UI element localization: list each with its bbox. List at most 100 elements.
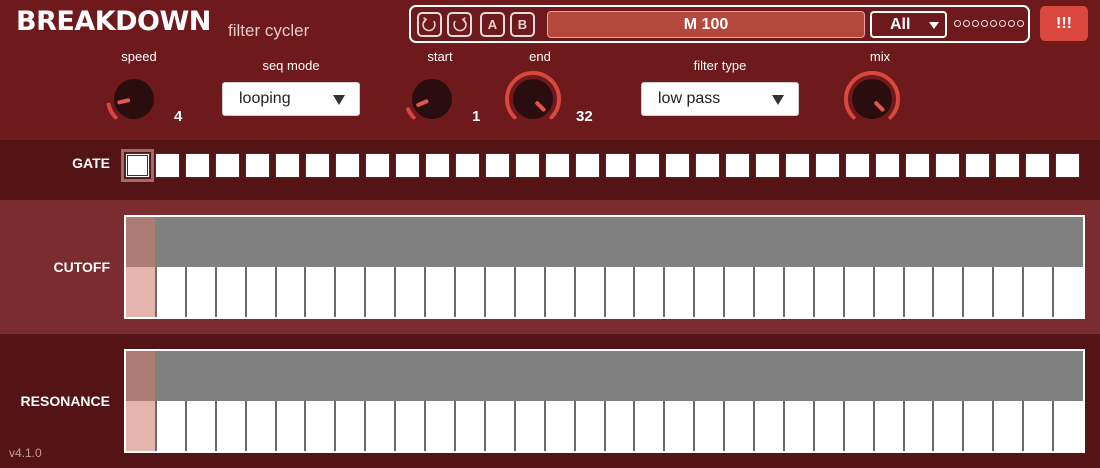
alert-button[interactable]: !!! [1040,6,1088,41]
gate-step[interactable] [875,153,900,178]
gate-step[interactable] [905,153,930,178]
step-divider [872,267,875,317]
gate-step[interactable] [695,153,720,178]
state-a-button[interactable]: A [480,12,505,37]
gate-step[interactable] [121,149,154,182]
gate-step[interactable] [605,153,630,178]
step-divider [483,401,486,451]
gate-step[interactable] [995,153,1020,178]
preset-dot[interactable] [1017,20,1024,27]
preset-dot[interactable] [981,20,988,27]
speed-knob-graphic [106,79,154,120]
step-divider [902,401,905,451]
step-divider [184,267,187,317]
preset-dot[interactable] [972,20,979,27]
gate-step[interactable] [635,153,660,178]
preset-name-display[interactable]: M 100 [547,11,865,38]
gate-step[interactable] [1025,153,1050,178]
end-knob[interactable] [503,69,563,134]
preset-dot[interactable] [1008,20,1015,27]
gate-step[interactable] [155,153,180,178]
gate-step[interactable] [545,153,570,178]
preset-dot[interactable] [999,20,1006,27]
step-divider [244,401,247,451]
undo-button[interactable] [417,12,442,37]
knob-arc [406,107,416,120]
preset-dots[interactable] [954,20,1024,27]
chevron-down-icon [929,22,939,29]
bank-select[interactable]: All [870,11,947,38]
gate-step[interactable] [755,153,780,178]
bank-select-value: All [890,15,911,33]
gate-step[interactable] [845,153,870,178]
gate-step[interactable] [395,153,420,178]
step-divider [1052,401,1055,451]
step-divider [812,401,815,451]
mix-knob[interactable] [842,69,902,134]
state-b-button[interactable]: B [510,12,535,37]
resonance-step-grid[interactable] [124,349,1085,453]
preset-dot[interactable] [954,20,961,27]
gate-step[interactable] [785,153,810,178]
gate-step[interactable] [215,153,240,178]
gate-step[interactable] [1055,153,1080,178]
gate-step[interactable] [665,153,690,178]
step-divider [304,401,307,451]
step-divider [932,401,935,451]
step-divider [364,401,367,451]
step-divider [424,267,427,317]
step-divider [723,267,726,317]
step-divider [633,267,636,317]
cutoff-step-grid[interactable] [124,215,1085,319]
redo-button[interactable] [447,12,472,37]
gate-step[interactable] [455,153,480,178]
preset-dot[interactable] [963,20,970,27]
gate-step[interactable] [725,153,750,178]
start-knob[interactable] [402,69,462,134]
start-value: 1 [472,108,481,125]
step-divider [573,267,576,317]
step-divider [842,267,845,317]
gate-step[interactable] [245,153,270,178]
gate-step[interactable] [965,153,990,178]
mix-label: mix [869,49,891,64]
step-divider [184,401,187,451]
chevron-down-icon [333,95,345,105]
gate-step[interactable] [365,153,390,178]
gate-step[interactable] [935,153,960,178]
step-divider [453,267,456,317]
gate-step[interactable] [335,153,360,178]
step-divider [603,267,606,317]
gate-step[interactable] [425,153,450,178]
step-divider [543,267,546,317]
gate-step[interactable] [275,153,300,178]
step-divider [244,267,247,317]
step-divider [274,267,277,317]
step-divider [782,267,785,317]
step-divider [513,401,516,451]
step-divider [992,267,995,317]
filter-type-select[interactable]: low pass [641,82,799,116]
start-label: start [427,49,453,64]
knob-arc [106,102,118,120]
preset-dot[interactable] [990,20,997,27]
gate-step[interactable] [485,153,510,178]
gate-step[interactable] [185,153,210,178]
step-divider [962,267,965,317]
gate-lane-label: GATE [72,155,110,171]
step-divider [214,401,217,451]
gate-step[interactable] [305,153,330,178]
gate-step[interactable] [515,153,540,178]
step-divider [334,267,337,317]
filter-type-label: filter type [693,58,747,73]
header: BREAKDOWN filter cycler A B M 100 All !!… [0,0,1100,140]
step-divider [1022,267,1025,317]
speed-knob[interactable] [104,69,164,134]
seq-mode-select[interactable]: looping [222,82,360,116]
gate-step[interactable] [815,153,840,178]
gate-step-row [121,149,1085,182]
step-divider [573,401,576,451]
step-divider [394,401,397,451]
app-subtitle: filter cycler [228,21,310,40]
gate-step[interactable] [575,153,600,178]
